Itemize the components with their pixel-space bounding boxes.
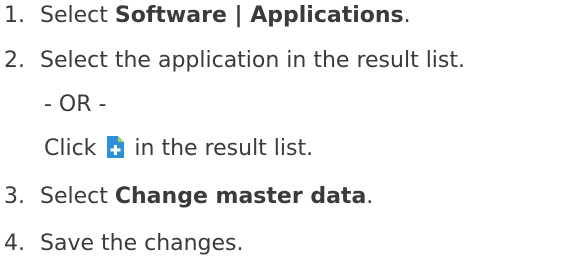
new-document-plus-icon (107, 136, 125, 158)
or-separator-text: - OR - (44, 92, 107, 117)
step-text-suffix: . (403, 3, 411, 28)
step-3: 3. Select Change master data. (0, 183, 373, 211)
menu-path: Software | Applications (114, 3, 404, 28)
step-text: Save the changes. (40, 231, 244, 256)
step-text-prefix: Select (40, 3, 115, 28)
step-2: 2. Select the application in the result l… (0, 47, 465, 75)
step-text-suffix: . (366, 184, 374, 209)
menu-item-name: Change master data (114, 184, 367, 209)
or-separator: - OR - (44, 91, 106, 119)
step-text-prefix: Select (40, 184, 115, 209)
step-text: Select the application in the result lis… (40, 48, 465, 73)
alternative-text-suffix: in the result list. (127, 136, 314, 161)
step-number: 1. (4, 3, 25, 28)
step-4: 4. Save the changes. (0, 230, 244, 258)
step-number: 3. (4, 184, 25, 209)
alternative-step: Click in the result list. (44, 135, 313, 163)
alternative-text-prefix: Click (44, 136, 104, 161)
step-number: 2. (4, 48, 25, 73)
step-1: 1. Select Software | Applications. (0, 2, 411, 30)
step-number: 4. (4, 231, 25, 256)
